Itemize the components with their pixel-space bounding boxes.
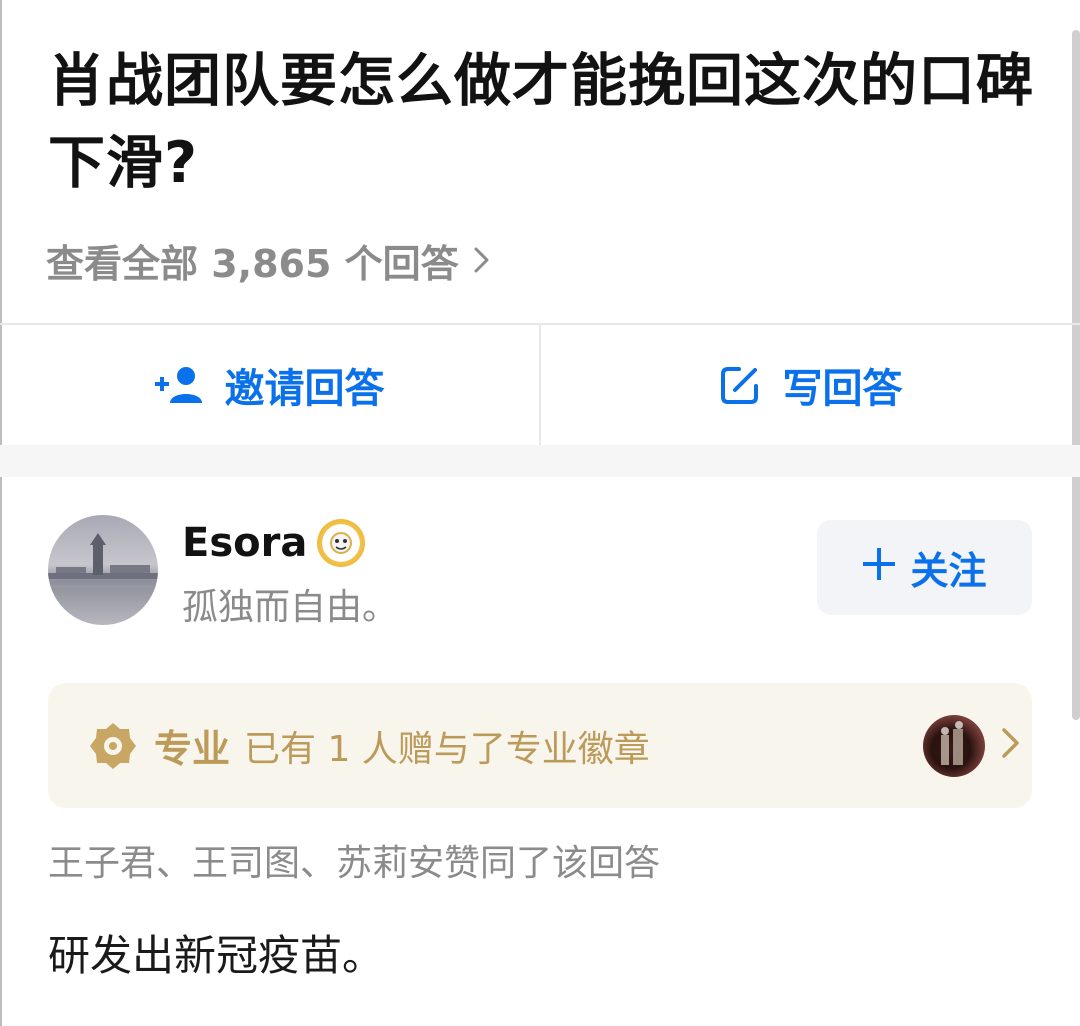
- achievement-badge-icon[interactable]: [317, 519, 366, 567]
- follow-label: 关注: [910, 549, 987, 593]
- chevron-right-icon: [1000, 725, 1022, 761]
- chevron-right-icon: [473, 245, 491, 275]
- author-name-row[interactable]: Esora: [182, 515, 366, 571]
- view-all-label: 查看全部 3,865 个回答: [46, 241, 459, 286]
- professional-badge-banner[interactable]: 专业 已有 1 人赠与了专业徽章: [48, 683, 1032, 808]
- professional-label: 专业: [154, 727, 231, 771]
- follow-button[interactable]: 关注: [817, 520, 1032, 615]
- author-name: Esora: [182, 520, 308, 566]
- view-all-answers-link[interactable]: 查看全部 3,865 个回答: [46, 230, 491, 290]
- badge-giver-avatar: [923, 715, 985, 777]
- plus-icon: [862, 546, 896, 590]
- write-answer-button[interactable]: 写回答: [541, 325, 1080, 445]
- question-title: 肖战团队要怎么做才能挽回这次的口碑下滑?: [48, 48, 1034, 196]
- professional-badge-text: 已有 1 人赠与了专业徽章: [244, 728, 650, 770]
- author-bio: 孤独而自由。: [182, 587, 399, 628]
- invite-answer-button[interactable]: 邀请回答: [0, 325, 539, 445]
- section-separator-band: [0, 445, 1080, 477]
- left-edge-border: [0, 0, 2, 1026]
- medal-icon: [88, 721, 138, 771]
- author-avatar[interactable]: [48, 515, 158, 625]
- write-answer-label: 写回答: [782, 366, 903, 412]
- edit-icon: [719, 364, 761, 406]
- likers-text[interactable]: 王子君、王司图、苏莉安赞同了该回答: [48, 834, 660, 886]
- answer-content[interactable]: 研发出新冠疫苗。: [48, 922, 384, 983]
- action-bar: 邀请回答 写回答: [0, 325, 1080, 445]
- invite-answer-label: 邀请回答: [224, 366, 385, 412]
- add-user-icon: [154, 365, 203, 405]
